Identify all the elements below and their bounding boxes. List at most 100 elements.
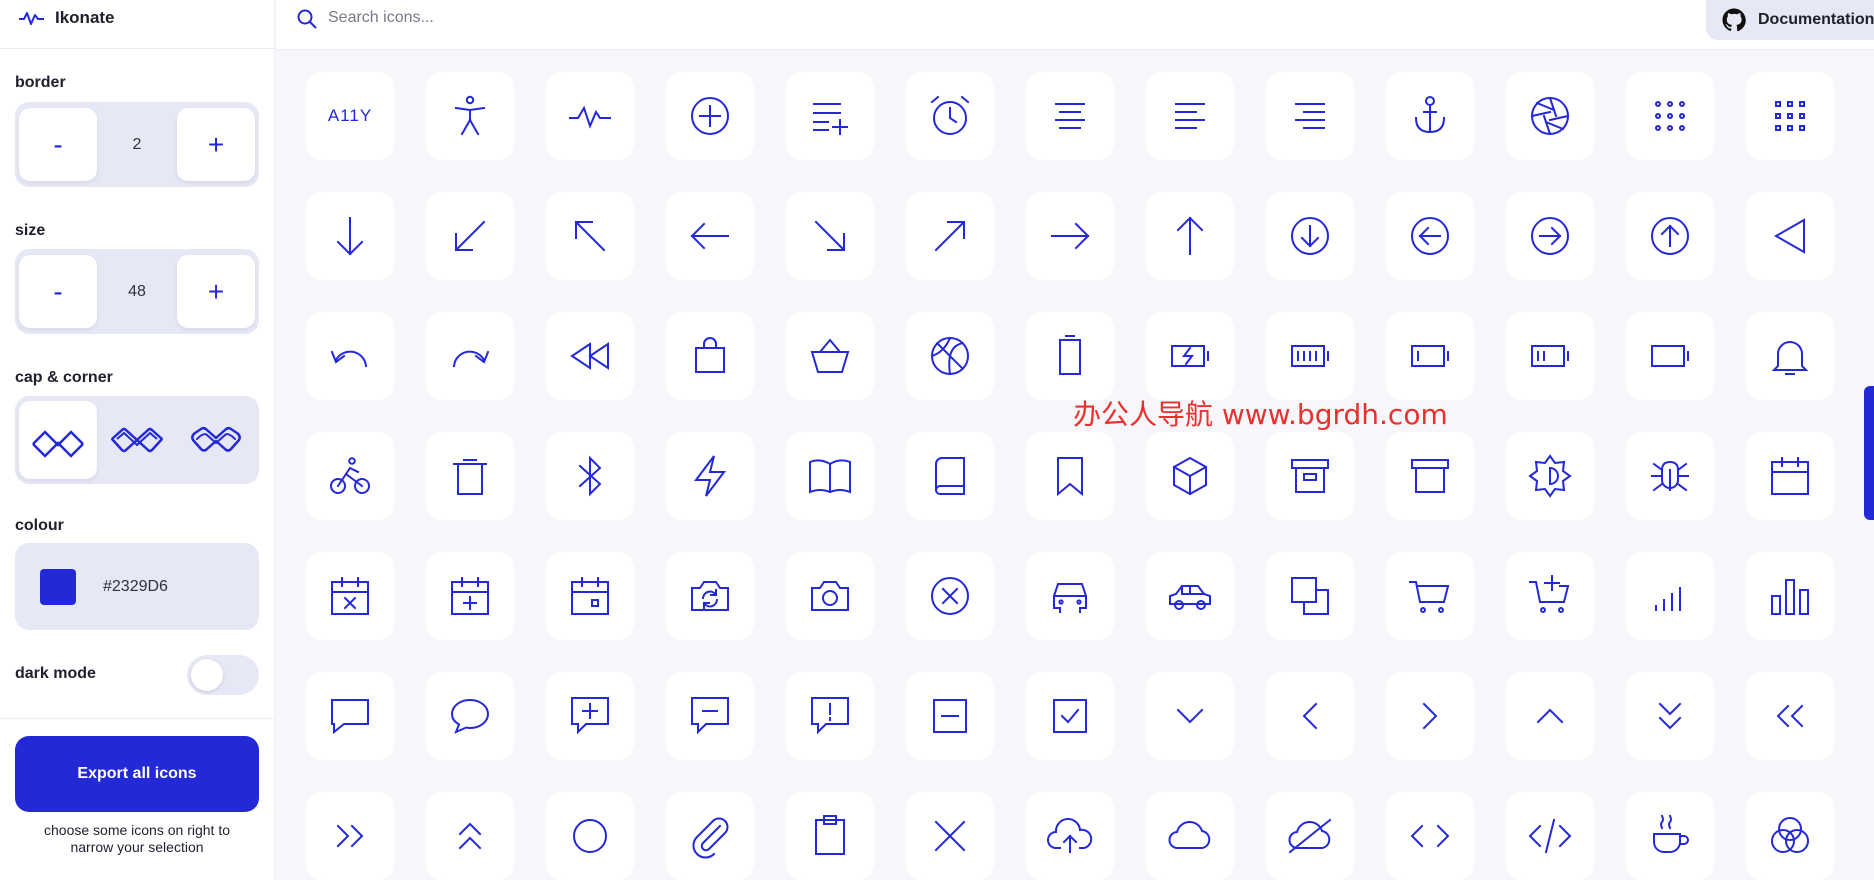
icon-tile-minus-square[interactable] <box>906 672 994 760</box>
icon-tile-arrow-left[interactable] <box>666 192 754 280</box>
icon-tile-battery-empty[interactable] <box>1626 312 1714 400</box>
size-decrease-button[interactable]: - <box>19 255 97 328</box>
icon-tile-apps-alt[interactable] <box>1746 72 1834 160</box>
border-decrease-button[interactable]: - <box>19 108 97 181</box>
icon-tile-bug[interactable] <box>1626 432 1714 520</box>
icon-tile-add[interactable] <box>666 72 754 160</box>
cap-corner-option-round[interactable] <box>177 401 255 479</box>
cap-corner-option-miter[interactable] <box>19 401 97 479</box>
icon-tile-camera[interactable] <box>786 552 874 640</box>
icon-tile-signal[interactable] <box>1626 552 1714 640</box>
icon-tile-brightness[interactable] <box>1506 432 1594 520</box>
icon-tile-circle[interactable] <box>546 792 634 880</box>
icon-tile-code-alt[interactable] <box>1506 792 1594 880</box>
icon-tile-chat-bubble[interactable] <box>426 672 514 760</box>
icon-tile-battery[interactable] <box>1026 312 1114 400</box>
scrollbar[interactable] <box>1864 386 1874 520</box>
icon-tile-chevron-up[interactable] <box>1506 672 1594 760</box>
icon-tile-bookmark[interactable] <box>1026 432 1114 520</box>
icon-tile-calendar-remove[interactable] <box>306 552 394 640</box>
icon-tile-cloud-upload[interactable] <box>1026 792 1114 880</box>
icon-tile-arrow-down-circle[interactable] <box>1266 192 1354 280</box>
icon-tile-chart[interactable] <box>1746 552 1834 640</box>
icon-tile-back[interactable] <box>1746 192 1834 280</box>
icon-tile-chevrons-up[interactable] <box>426 792 514 880</box>
icon-tile-camera-switch[interactable] <box>666 552 754 640</box>
icon-tile-align-left[interactable] <box>1146 72 1234 160</box>
icon-tile-chat[interactable] <box>306 672 394 760</box>
icon-tile-box-alt[interactable] <box>1266 432 1354 520</box>
icon-tile-arrow-right[interactable] <box>1026 192 1114 280</box>
icon-tile-a11y[interactable]: A11Y <box>306 72 394 160</box>
icon-tile-cancel[interactable] <box>906 552 994 640</box>
icon-tile-chevron-down[interactable] <box>1146 672 1234 760</box>
icon-tile-arrow-right-circle[interactable] <box>1506 192 1594 280</box>
icon-tile-archive[interactable] <box>1386 432 1474 520</box>
icon-tile-arrow-up-circle[interactable] <box>1626 192 1714 280</box>
icon-tile-book[interactable] <box>906 432 994 520</box>
icon-tile-code[interactable] <box>1386 792 1474 880</box>
icon-tile-apps[interactable] <box>1626 72 1714 160</box>
search-input[interactable] <box>328 3 828 33</box>
colour-picker[interactable]: #2329D6 <box>15 543 259 630</box>
icon-tile-copy[interactable] <box>1266 552 1354 640</box>
icon-tile-clip[interactable] <box>666 792 754 880</box>
border-increase-button[interactable]: + <box>177 108 255 181</box>
icon-tile-arrow-undo[interactable] <box>306 312 394 400</box>
cap-corner-option-bevel[interactable] <box>98 401 176 479</box>
icon-tile-close[interactable] <box>906 792 994 880</box>
icon-tile-basketball[interactable] <box>906 312 994 400</box>
icon-tile-bolt[interactable] <box>666 432 754 520</box>
icon-tile-add-to-list[interactable] <box>786 72 874 160</box>
icon-tile-arrow-up-left[interactable] <box>546 192 634 280</box>
icon-tile-arrow-down-right[interactable] <box>786 192 874 280</box>
icon-tile-chevrons-left[interactable] <box>1746 672 1834 760</box>
icon-tile-chat-add[interactable] <box>546 672 634 760</box>
brand[interactable]: Ikonate <box>18 6 115 30</box>
icon-tile-chevrons-down[interactable] <box>1626 672 1714 760</box>
colour-swatch[interactable] <box>40 569 76 605</box>
icon-tile-alarm[interactable] <box>906 72 994 160</box>
icon-tile-cart[interactable] <box>1386 552 1474 640</box>
size-increase-button[interactable]: + <box>177 255 255 328</box>
icon-tile-car[interactable] <box>1026 552 1114 640</box>
icon-tile-colours[interactable] <box>1746 792 1834 880</box>
icon-tile-arrow-up-right[interactable] <box>906 192 994 280</box>
icon-tile-anchor[interactable] <box>1386 72 1474 160</box>
icon-tile-battery-full[interactable] <box>1266 312 1354 400</box>
icon-tile-box[interactable] <box>1146 432 1234 520</box>
icon-tile-basket[interactable] <box>786 312 874 400</box>
icon-tile-arrow-down[interactable] <box>306 192 394 280</box>
icon-tile-chevrons-right[interactable] <box>306 792 394 880</box>
icon-tile-chat-error[interactable] <box>786 672 874 760</box>
icon-tile-bell[interactable] <box>1746 312 1834 400</box>
icon-tile-calendar[interactable] <box>1746 432 1834 520</box>
icon-tile-aperture[interactable] <box>1506 72 1594 160</box>
icon-tile-battery-low[interactable] <box>1386 312 1474 400</box>
icon-tile-cloud[interactable] <box>1146 792 1234 880</box>
icon-tile-bluetooth[interactable] <box>546 432 634 520</box>
icon-tile-arrow-down-left[interactable] <box>426 192 514 280</box>
icon-tile-arrow-redo[interactable] <box>426 312 514 400</box>
icon-tile-bike[interactable] <box>306 432 394 520</box>
icon-tile-align-right[interactable] <box>1266 72 1354 160</box>
export-all-button[interactable]: Export all icons <box>15 736 259 812</box>
icon-tile-book-opened[interactable] <box>786 432 874 520</box>
icon-tile-arrow-up[interactable] <box>1146 192 1234 280</box>
icon-tile-car-alt[interactable] <box>1146 552 1234 640</box>
icon-tile-chat-remove[interactable] <box>666 672 754 760</box>
icon-tile-trash[interactable] <box>426 432 514 520</box>
icon-tile-chevron-right[interactable] <box>1386 672 1474 760</box>
dark-mode-toggle[interactable] <box>187 655 259 695</box>
icon-tile-calendar-event[interactable] <box>546 552 634 640</box>
colour-hex-value[interactable]: #2329D6 <box>103 543 168 630</box>
icon-tile-cart-add[interactable] <box>1506 552 1594 640</box>
icon-tile-activity[interactable] <box>426 72 514 160</box>
icon-tile-arrow-left-circle[interactable] <box>1386 192 1474 280</box>
icon-tile-battery-charging[interactable] <box>1146 312 1234 400</box>
documentation-button[interactable]: Documentation <box>1706 0 1874 40</box>
icon-tile-align-center[interactable] <box>1026 72 1114 160</box>
icon-tile-clipboard[interactable] <box>786 792 874 880</box>
icon-tile-battery-medium[interactable] <box>1506 312 1594 400</box>
icon-tile-cloud-off[interactable] <box>1266 792 1354 880</box>
